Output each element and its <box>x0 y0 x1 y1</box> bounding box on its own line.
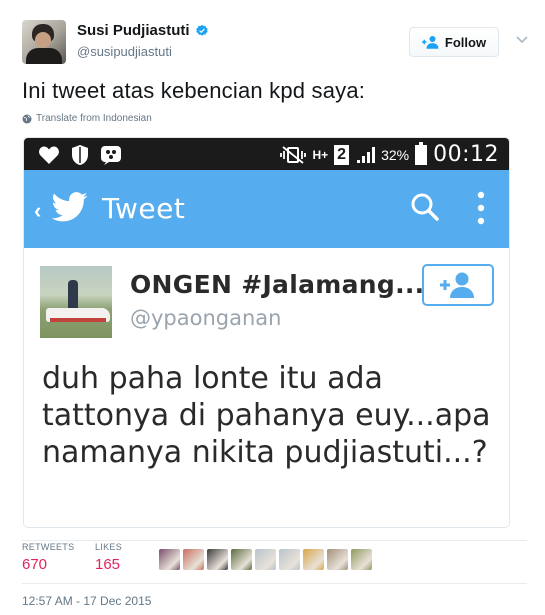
embedded-user-avatar <box>40 266 112 338</box>
embedded-tweet: ONGEN #Jalamang... @ypaonganan duh paha … <box>24 248 509 527</box>
name-row: Susi Pudjiastuti <box>77 22 209 39</box>
embedded-handle: @ypaonganan <box>130 306 282 330</box>
search-icon[interactable] <box>410 192 440 222</box>
likes-count: 165 <box>95 556 121 573</box>
translate-link[interactable]: Translate from Indonesian <box>22 113 152 124</box>
divider <box>22 540 527 541</box>
chevron-down-icon[interactable] <box>515 32 529 46</box>
follow-label: Follow <box>444 34 487 50</box>
heart-icon <box>39 146 59 164</box>
retweets-stat[interactable]: RETWEETS 670 <box>22 542 74 573</box>
signal-icon <box>357 146 376 163</box>
tweet-text: Ini tweet atas kebencian kpd saya: <box>22 78 366 103</box>
liker-avatar[interactable] <box>279 549 300 570</box>
user-display-name[interactable]: Susi Pudjiastuti <box>77 22 190 39</box>
embedded-display-name: ONGEN #Jalamang... <box>130 270 425 299</box>
embedded-follow-button <box>422 264 494 306</box>
phone-clock: 00:12 <box>433 142 499 167</box>
liker-avatar[interactable] <box>351 549 372 570</box>
add-person-icon <box>440 272 474 298</box>
likers-avatars <box>159 549 372 570</box>
twitter-bird-icon <box>52 192 88 222</box>
liker-avatar[interactable] <box>207 549 228 570</box>
shield-icon <box>72 145 88 165</box>
vibrate-icon <box>280 145 307 164</box>
retweets-label: RETWEETS <box>22 542 75 552</box>
more-vertical-icon[interactable] <box>476 190 486 226</box>
back-icon[interactable]: ‹ <box>34 198 41 224</box>
sim-indicator: 2 <box>334 144 350 165</box>
divider <box>22 583 527 584</box>
globe-icon <box>22 114 32 123</box>
likes-stat[interactable]: LIKES 165 <box>95 542 122 573</box>
verified-badge-icon <box>195 24 208 36</box>
tweet-header: Susi Pudjiastuti @susipudjiastuti Follow <box>22 20 532 64</box>
tweet-timestamp[interactable]: 12:57 AM - 17 Dec 2015 <box>22 594 151 608</box>
tweet-media-image[interactable]: H+ 2 32% 00:12 ‹ Tweet ONGEN #Jalamang..… <box>23 137 510 528</box>
battery-icon <box>415 141 428 165</box>
follow-button[interactable]: Follow <box>409 27 499 57</box>
app-bar-title: Tweet <box>102 192 186 225</box>
network-type: H+ <box>312 147 329 162</box>
twitter-app-bar: ‹ Tweet <box>24 170 509 248</box>
liker-avatar[interactable] <box>303 549 324 570</box>
user-avatar[interactable] <box>22 20 66 64</box>
user-handle[interactable]: @susipudjiastuti <box>77 44 172 59</box>
translate-label: Translate from Indonesian <box>36 113 152 124</box>
likes-label: LIKES <box>95 542 123 552</box>
liker-avatar[interactable] <box>183 549 204 570</box>
liker-avatar[interactable] <box>255 549 276 570</box>
liker-avatar[interactable] <box>159 549 180 570</box>
retweets-count: 670 <box>22 556 48 573</box>
bbm-icon <box>101 146 121 165</box>
battery-percent: 32% <box>381 146 410 163</box>
liker-avatar[interactable] <box>231 549 252 570</box>
liker-avatar[interactable] <box>327 549 348 570</box>
phone-status-bar: H+ 2 32% 00:12 <box>24 138 509 170</box>
embedded-tweet-text: duh paha lonte itu ada tattonya di pahan… <box>42 361 491 470</box>
add-person-icon <box>421 36 439 49</box>
